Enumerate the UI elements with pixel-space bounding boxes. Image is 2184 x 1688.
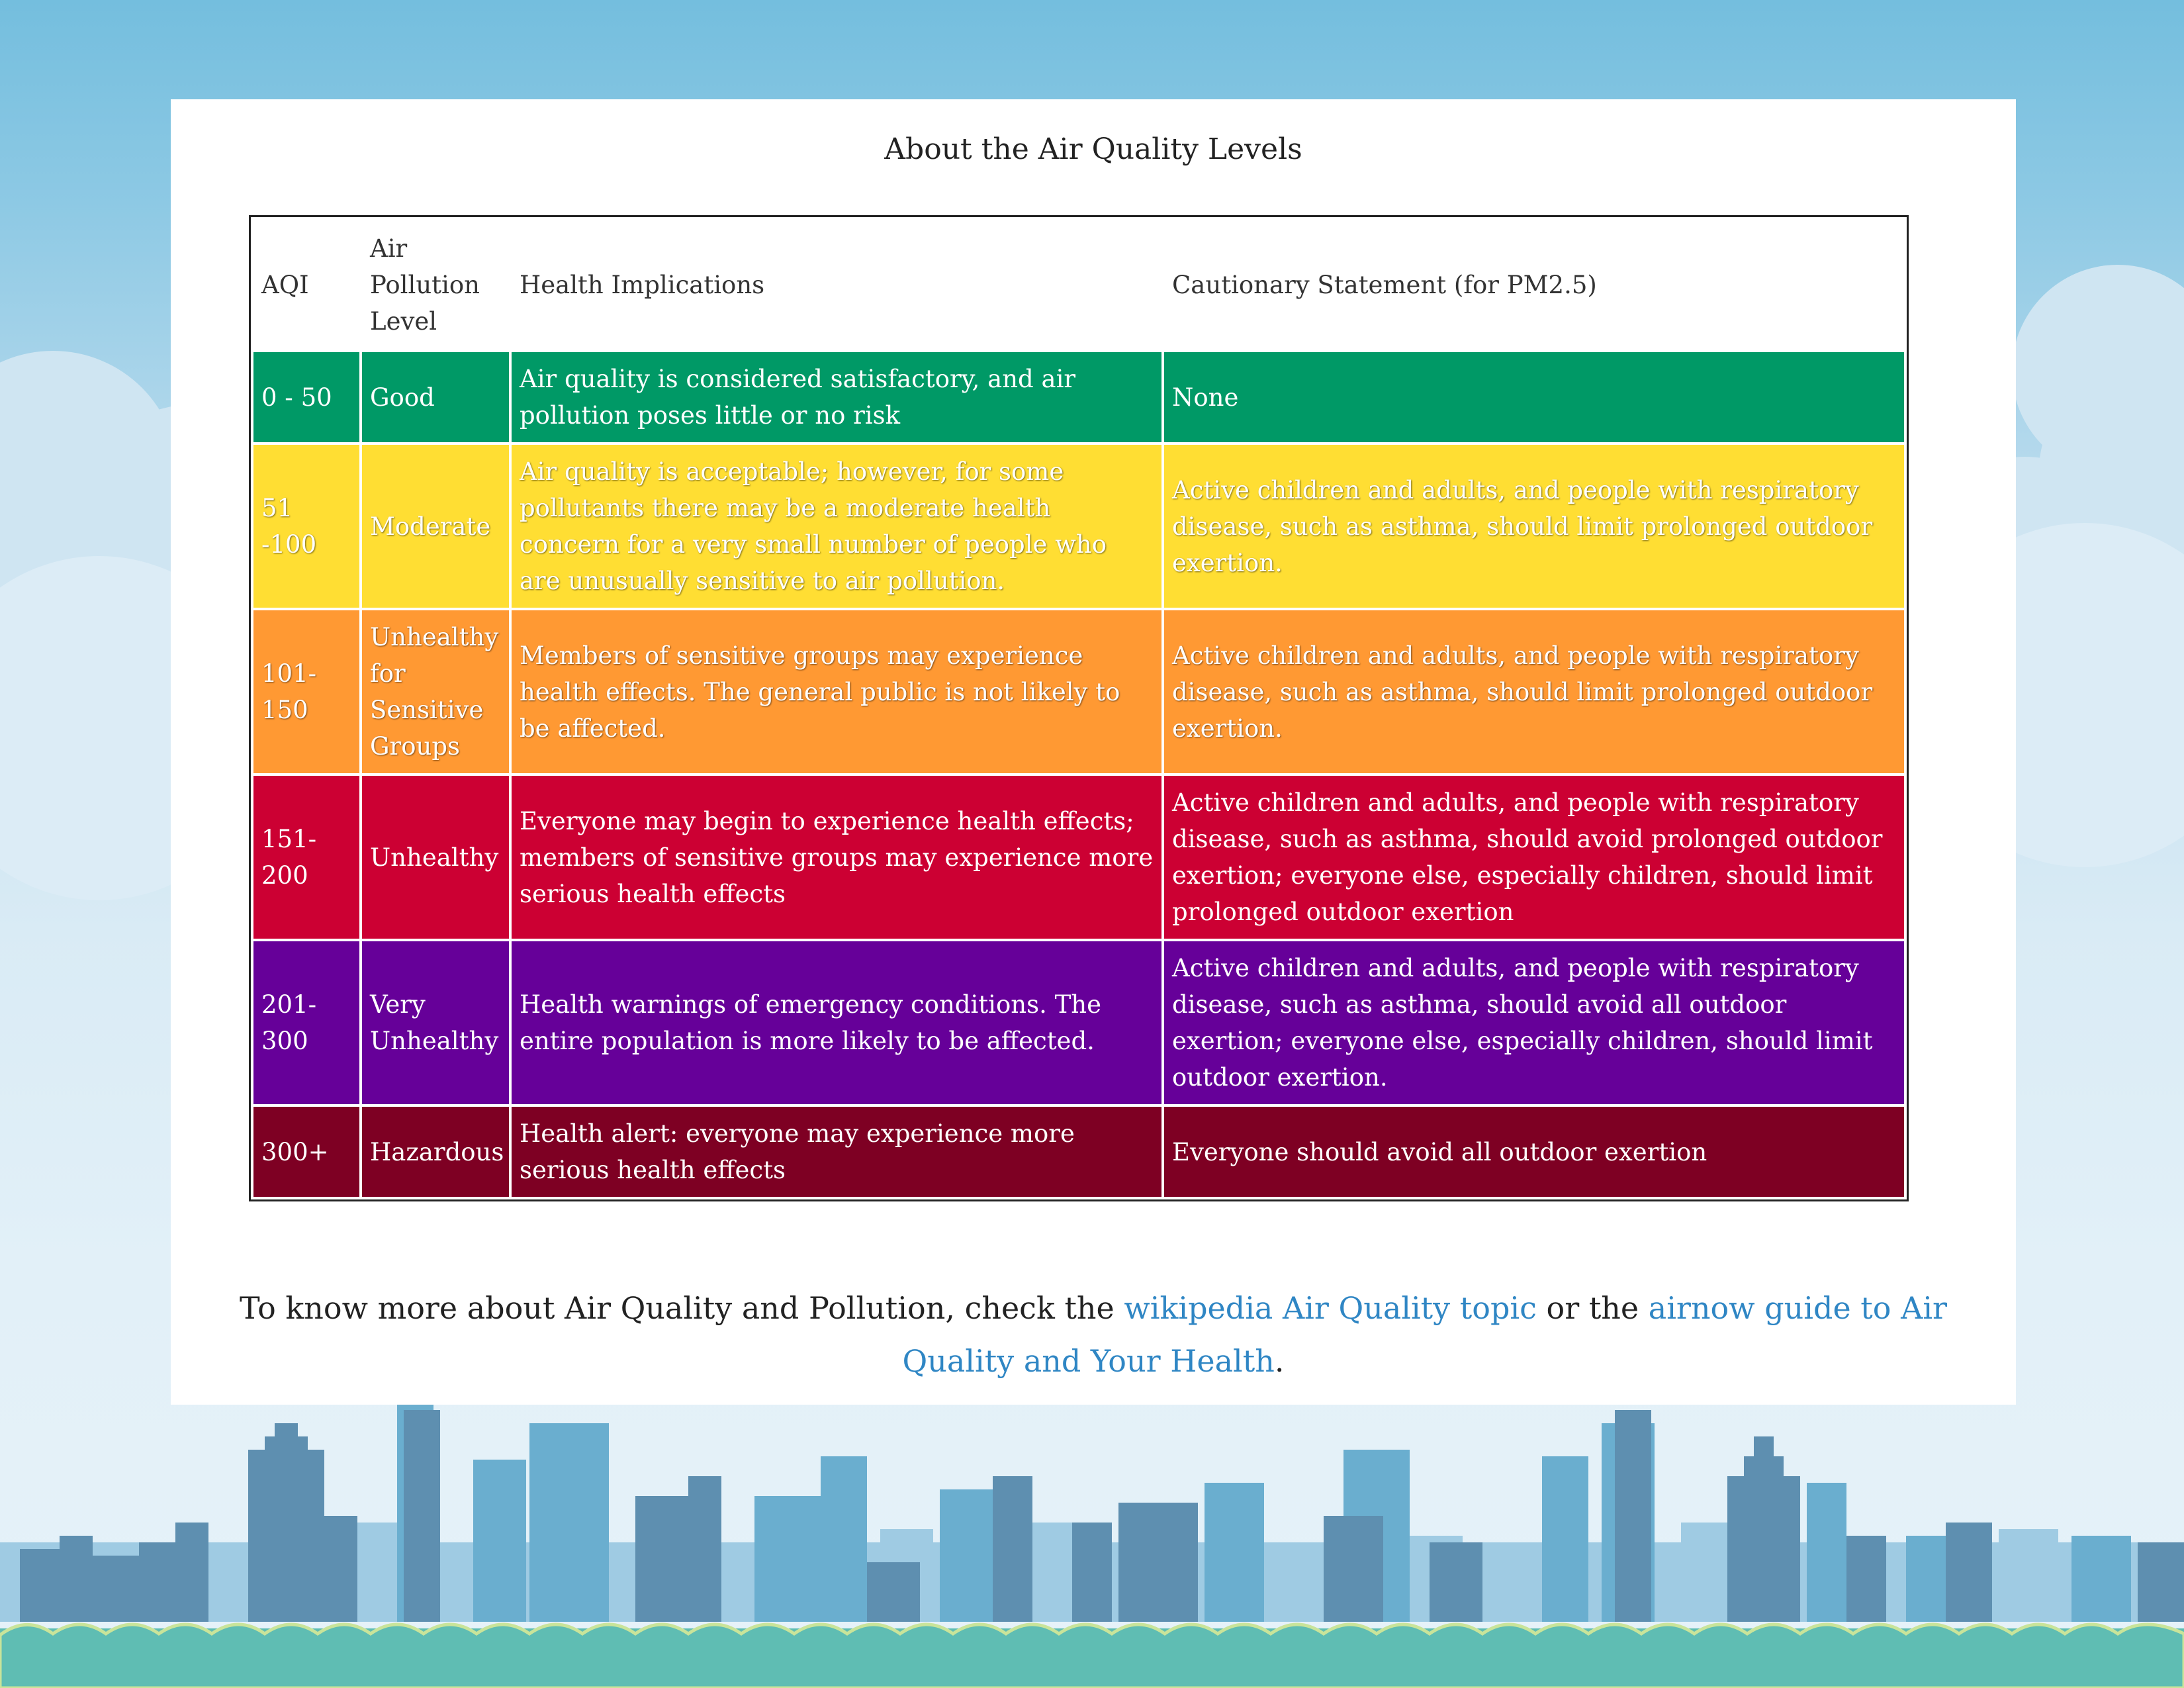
- cell-health: Air quality is considered satisfactory, …: [512, 352, 1161, 442]
- cell-caution: Active children and adults, and people w…: [1164, 445, 1904, 608]
- wikipedia-air-quality-link[interactable]: wikipedia Air Quality topic: [1124, 1290, 1536, 1326]
- cell-health: Air quality is acceptable; however, for …: [512, 445, 1161, 608]
- header-aqi: AQI: [253, 220, 359, 350]
- table-row: 201-300 Very Unhealthy Health warnings o…: [253, 941, 1904, 1104]
- cell-health: Health alert: everyone may experience mo…: [512, 1107, 1161, 1197]
- ground: [0, 1622, 2184, 1688]
- footer-text-before: To know more about Air Quality and Pollu…: [239, 1290, 1124, 1326]
- table-row: 51 -100 Moderate Air quality is acceptab…: [253, 445, 1904, 608]
- cell-level: Very Unhealthy: [362, 941, 509, 1104]
- cell-health: Members of sensitive groups may experien…: [512, 610, 1161, 773]
- cell-level: Good: [362, 352, 509, 442]
- cell-caution: Active children and adults, and people w…: [1164, 941, 1904, 1104]
- cell-caution: Everyone should avoid all outdoor exerti…: [1164, 1107, 1904, 1197]
- cell-aqi: 101-150: [253, 610, 359, 773]
- header-health: Health Implications: [512, 220, 1161, 350]
- cell-level: Moderate: [362, 445, 509, 608]
- footer-text: To know more about Air Quality and Pollu…: [197, 1282, 1989, 1387]
- cell-aqi: 51 -100: [253, 445, 359, 608]
- footer-text-middle: or the: [1536, 1290, 1649, 1326]
- table-row: 151-200 Unhealthy Everyone may begin to …: [253, 776, 1904, 939]
- page-title: About the Air Quality Levels: [884, 132, 1302, 166]
- cell-level: Unhealthy for Sensitive Groups: [362, 610, 509, 773]
- skyline-front: [20, 1410, 2184, 1622]
- cell-health: Everyone may begin to experience health …: [512, 776, 1161, 939]
- cell-aqi: 0 - 50: [253, 352, 359, 442]
- cell-level: Unhealthy: [362, 776, 509, 939]
- header-caution: Cautionary Statement (for PM2.5): [1164, 220, 1904, 350]
- table-header-row: AQI Air Pollution Level Health Implicati…: [253, 220, 1904, 350]
- footer-text-after: .: [1274, 1343, 1285, 1379]
- cell-aqi: 300+: [253, 1107, 359, 1197]
- cell-caution: Active children and adults, and people w…: [1164, 610, 1904, 773]
- table-row: 0 - 50 Good Air quality is considered sa…: [253, 352, 1904, 442]
- header-level: Air Pollution Level: [362, 220, 509, 350]
- cell-health: Health warnings of emergency conditions.…: [512, 941, 1161, 1104]
- aqi-table: AQI Air Pollution Level Health Implicati…: [249, 215, 1909, 1201]
- cell-aqi: 151-200: [253, 776, 359, 939]
- table-row: 300+ Hazardous Health alert: everyone ma…: [253, 1107, 1904, 1197]
- table-row: 101-150 Unhealthy for Sensitive Groups M…: [253, 610, 1904, 773]
- cell-caution: None: [1164, 352, 1904, 442]
- cell-aqi: 201-300: [253, 941, 359, 1104]
- cell-level: Hazardous: [362, 1107, 509, 1197]
- content-card: About the Air Quality Levels AQI Air Pol…: [171, 99, 2016, 1405]
- cell-caution: Active children and adults, and people w…: [1164, 776, 1904, 939]
